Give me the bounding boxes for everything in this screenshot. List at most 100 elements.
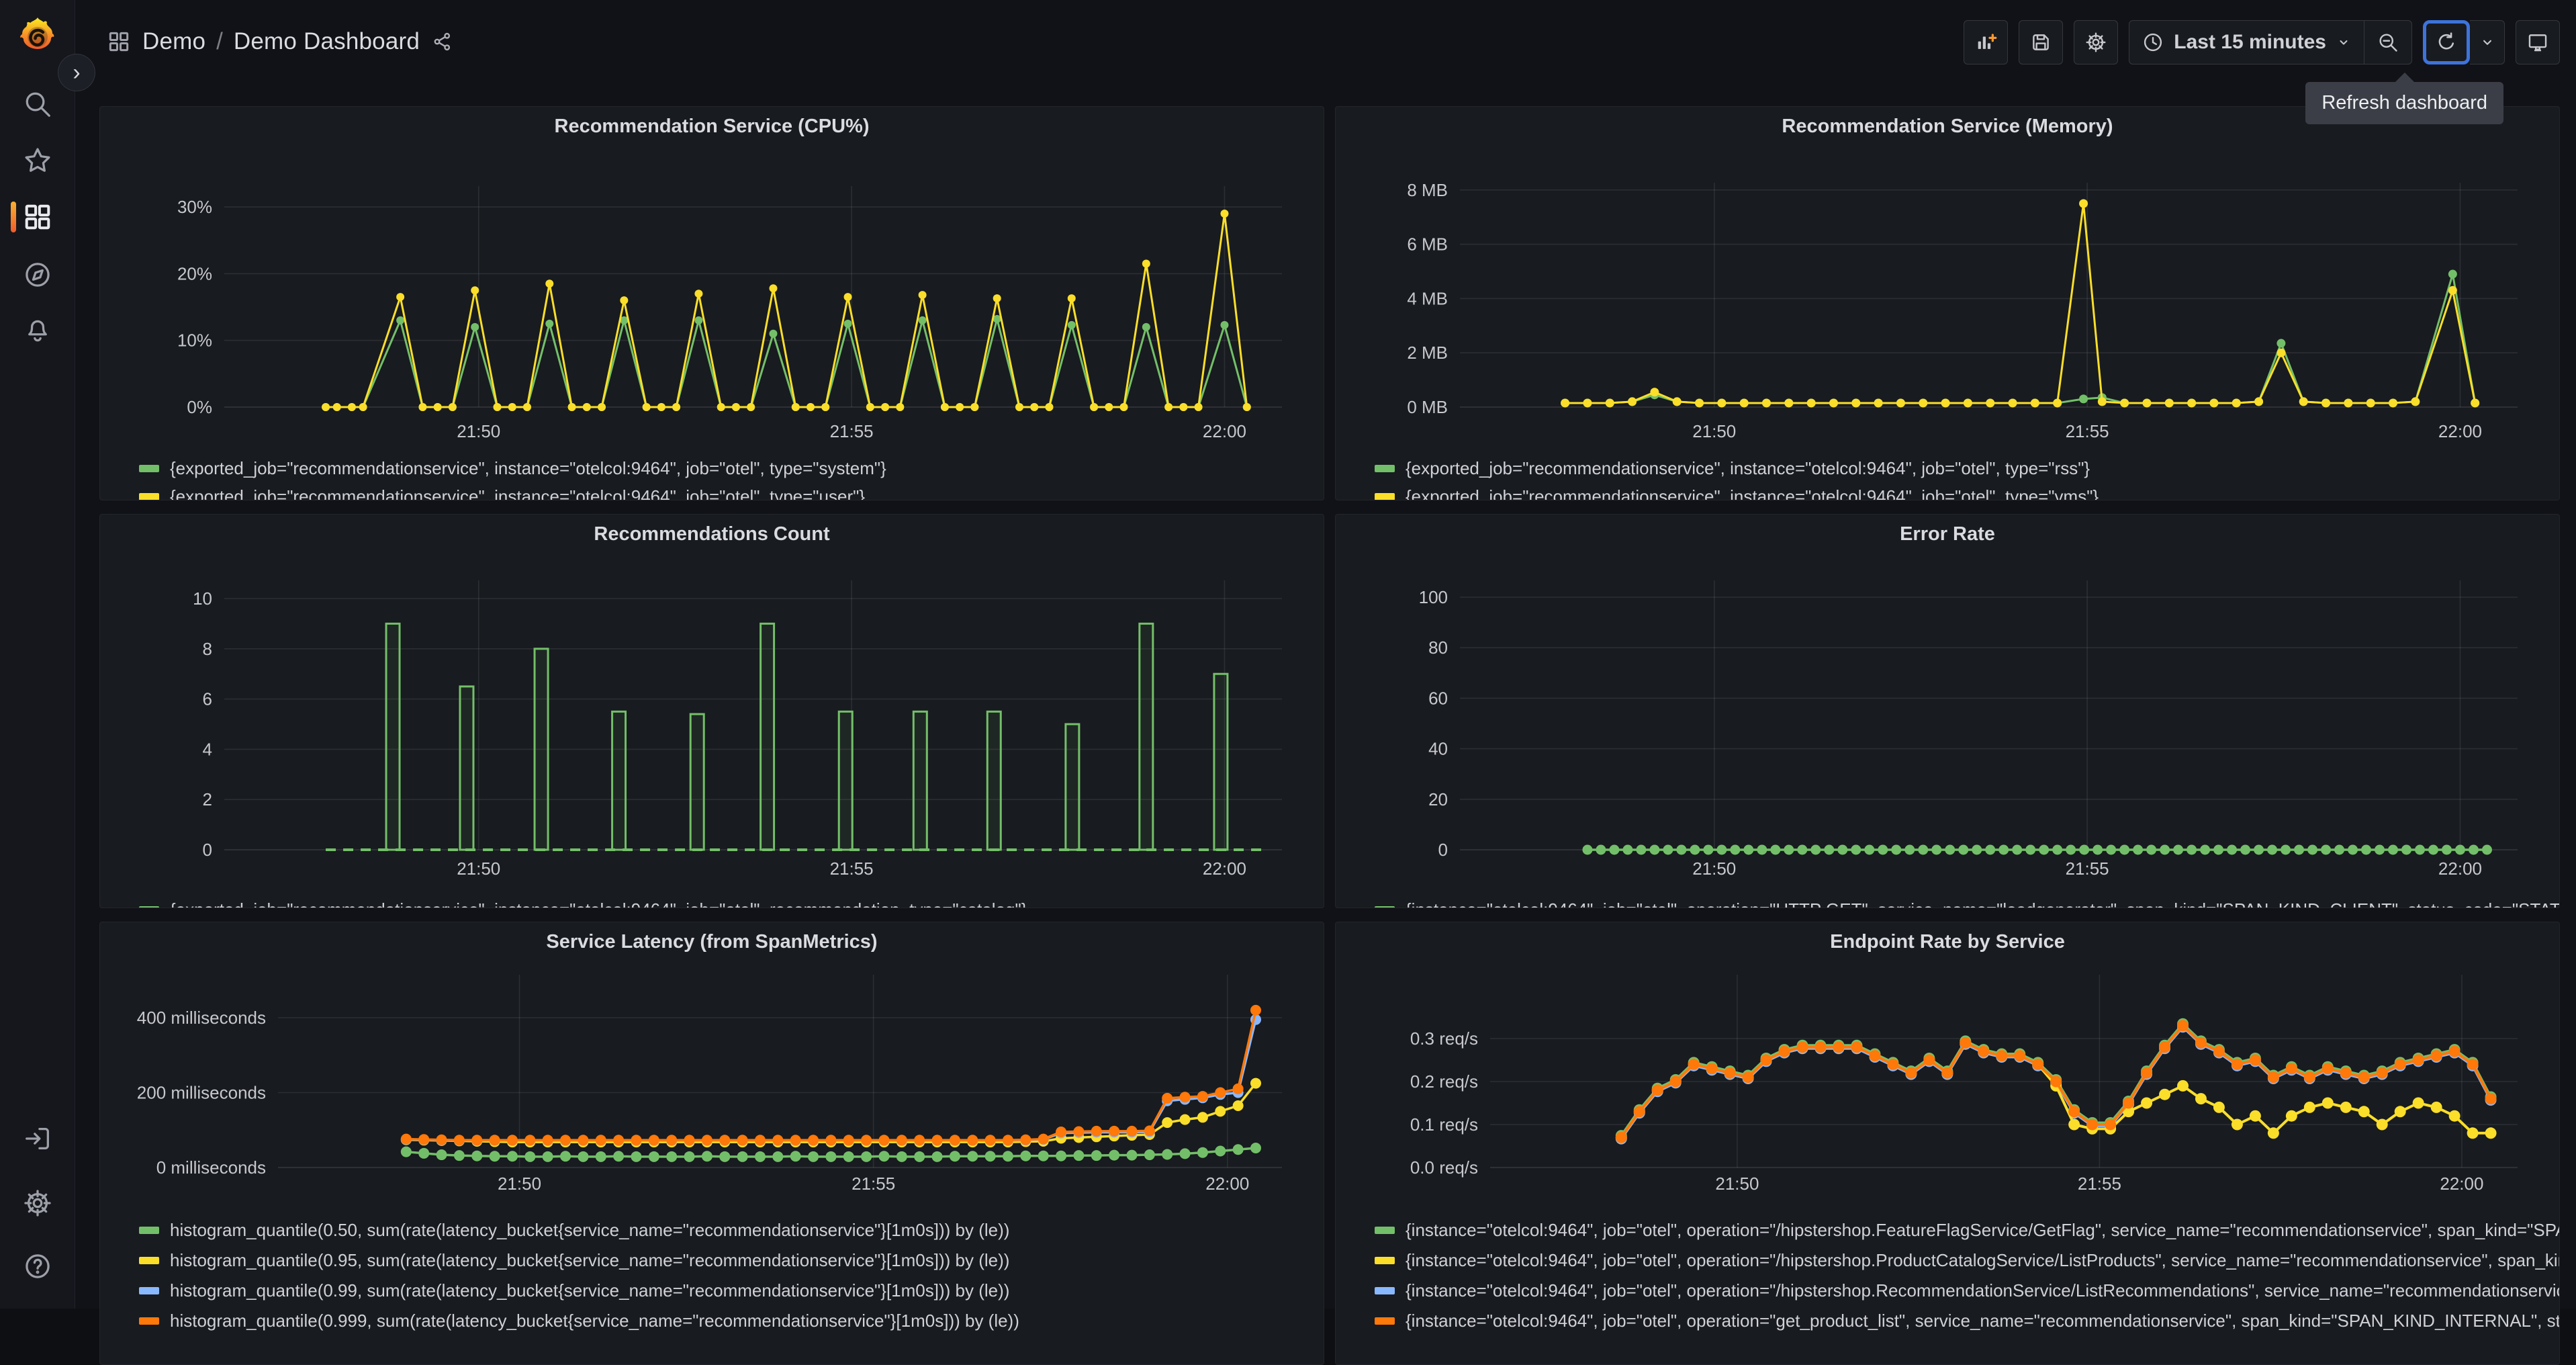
time-range-label: Last 15 minutes (2174, 31, 2326, 53)
svg-text:2 MB: 2 MB (1407, 343, 1448, 363)
svg-text:20: 20 (1428, 789, 1448, 809)
timeseries-chart[interactable]: 21:50 21:55 22:00 0 2 4 6 8 10 (110, 554, 1314, 893)
dashboard-header: Demo / Demo Dashboard Last 15 minutes Re… (75, 0, 2576, 124)
sidebar-expand-button[interactable]: › (58, 54, 95, 91)
refresh-button[interactable] (2423, 20, 2470, 64)
legend-swatch (139, 906, 159, 908)
panel-title[interactable]: Service Latency (from SpanMetrics) (100, 922, 1324, 961)
cycle-view-button[interactable] (2516, 20, 2560, 64)
panel-title[interactable]: Recommendations Count (100, 515, 1324, 554)
chevron-down-icon (2483, 40, 2491, 45)
zoom-out-button[interactable] (2364, 21, 2411, 64)
legend-item[interactable]: histogram_quantile(0.999, sum(rate(laten… (139, 1306, 1324, 1336)
legend-item[interactable]: {exported_job="recommendationservice", i… (139, 895, 1324, 908)
svg-text:21:50: 21:50 (1692, 421, 1736, 441)
svg-text:0.0 req/s: 0.0 req/s (1410, 1157, 1478, 1178)
refresh-icon (2438, 32, 2454, 50)
svg-text:22:00: 22:00 (2438, 421, 2482, 441)
timeseries-chart[interactable]: 21:50 21:55 22:00 0% 10% 20% 30% (110, 146, 1314, 451)
legend-swatch (1375, 906, 1395, 908)
apps-grid-icon (106, 29, 132, 54)
refresh-group (2423, 20, 2505, 64)
breadcrumb-section[interactable]: Demo (142, 28, 205, 55)
legend-item[interactable]: {instance="otelcol:9464", job="otel", op… (1375, 1245, 2559, 1276)
svg-text:0 milliseconds: 0 milliseconds (156, 1157, 266, 1178)
grafana-logo[interactable] (17, 15, 58, 55)
plus-icon (1988, 34, 1997, 42)
svg-text:60: 60 (1428, 688, 1448, 708)
svg-text:21:50: 21:50 (1715, 1174, 1759, 1193)
dashboard-settings-button[interactable] (2074, 20, 2119, 64)
svg-text:40: 40 (1428, 739, 1448, 759)
svg-text:6 MB: 6 MB (1407, 234, 1448, 255)
sidebar: › (0, 0, 95, 1309)
star-icon[interactable] (22, 145, 53, 176)
legend-label: histogram_quantile(0.999, sum(rate(laten… (170, 1311, 1019, 1331)
panel-legend: {exported_job="recommendationservice", i… (139, 454, 1324, 500)
settings-gear-icon[interactable] (22, 1188, 53, 1219)
svg-text:4 MB: 4 MB (1407, 288, 1448, 308)
panel-recommendations-count[interactable]: Recommendations Count 21:50 21:55 22:00 0 2 4… (99, 514, 1324, 908)
panel-recommendation-memory[interactable]: Recommendation Service (Memory) 21:50 21:… (1335, 106, 2560, 500)
time-picker: Last 15 minutes (2129, 20, 2412, 64)
toolbar: Last 15 minutes (1964, 20, 2560, 64)
legend-item[interactable]: {exported_job="recommendationservice", i… (1375, 482, 2559, 500)
legend-swatch (1375, 464, 1395, 472)
svg-text:0: 0 (1438, 840, 1448, 860)
legend-item[interactable]: histogram_quantile(0.99, sum(rate(latenc… (139, 1276, 1324, 1306)
legend-label: {exported_job="recommendationservice", i… (170, 899, 1027, 908)
clock-icon (2144, 33, 2162, 52)
add-panel-button[interactable] (1964, 20, 2009, 64)
svg-text:0.3 req/s: 0.3 req/s (1410, 1028, 1478, 1049)
legend-swatch (1375, 1257, 1395, 1264)
active-nav-indicator (11, 202, 16, 232)
timeseries-chart[interactable]: 21:50 21:55 22:00 0 MB 2 MB 4 MB 6 MB 8 MB (1346, 146, 2549, 451)
svg-text:21:55: 21:55 (2066, 858, 2109, 879)
refresh-interval-dropdown[interactable] (2470, 20, 2505, 64)
svg-text:10: 10 (193, 588, 212, 609)
panel-error-rate[interactable]: Error Rate 21:50 21:55 22:00 0 20 40 60 80 100 {… (1335, 514, 2560, 908)
panel-title[interactable]: Error Rate (1336, 515, 2559, 554)
legend-item[interactable]: {instance="otelcol:9464", job="otel", op… (1375, 1276, 2559, 1306)
legend-item[interactable]: {exported_job="recommendationservice", i… (1375, 454, 2559, 482)
timeseries-chart[interactable]: 21:50 21:55 22:00 0 milliseconds 200 millise… (110, 961, 1314, 1196)
timeseries-chart[interactable]: 21:50 21:55 22:00 0.0 req/s 0.1 req/s 0.2 req… (1346, 961, 2549, 1196)
svg-text:22:00: 22:00 (1205, 1174, 1249, 1193)
svg-text:4: 4 (203, 739, 212, 759)
legend-item[interactable]: {instance="otelcol:9464", job="otel", op… (1375, 1306, 2559, 1336)
panel-legend: {instance="otelcol:9464", job="otel", op… (1375, 1215, 2559, 1336)
help-icon[interactable] (22, 1251, 53, 1282)
svg-text:6: 6 (203, 689, 212, 709)
dashboards-icon[interactable] (22, 202, 53, 232)
panel-title[interactable]: Endpoint Rate by Service (1336, 922, 2559, 961)
breadcrumb-page-title[interactable]: Demo Dashboard (234, 28, 420, 55)
sign-in-icon[interactable] (22, 1123, 53, 1154)
panel-service-latency[interactable]: Service Latency (from SpanMetrics) 21:50… (99, 922, 1324, 1365)
svg-text:21:50: 21:50 (457, 421, 500, 441)
svg-text:21:50: 21:50 (457, 858, 500, 879)
time-range-button[interactable]: Last 15 minutes (2129, 21, 2364, 64)
panel-legend: {instance="otelcol:9464", job="otel", op… (1375, 895, 2559, 908)
legend-swatch (1375, 1287, 1395, 1294)
legend-label: {instance="otelcol:9464", job="otel", op… (1406, 1220, 2559, 1240)
panel-recommendation-cpu[interactable]: Recommendation Service (CPU%) 21:50 21:55… (99, 106, 1324, 500)
timeseries-chart[interactable]: 21:50 21:55 22:00 0 20 40 60 80 100 (1346, 554, 2549, 893)
search-icon[interactable] (22, 89, 53, 120)
save-dashboard-button[interactable] (2019, 20, 2064, 64)
alerting-bell-icon[interactable] (22, 314, 53, 345)
breadcrumb-separator: / (216, 28, 223, 54)
legend-item[interactable]: {exported_job="recommendationservice", i… (139, 454, 1324, 482)
legend-item[interactable]: {exported_job="recommendationservice", i… (139, 482, 1324, 500)
legend-label: {exported_job="recommendationservice", i… (170, 486, 866, 500)
panel-title[interactable]: Recommendation Service (CPU%) (100, 107, 1324, 146)
panel-endpoint-rate[interactable]: Endpoint Rate by Service 21:50 21:55 22:00… (1335, 922, 2560, 1365)
legend-item[interactable]: histogram_quantile(0.95, sum(rate(latenc… (139, 1245, 1324, 1276)
svg-text:8 MB: 8 MB (1407, 180, 1448, 200)
legend-item[interactable]: histogram_quantile(0.50, sum(rate(latenc… (139, 1215, 1324, 1245)
legend-item[interactable]: {instance="otelcol:9464", job="otel", op… (1375, 1215, 2559, 1245)
share-icon[interactable] (432, 31, 453, 52)
svg-text:400 milliseconds: 400 milliseconds (137, 1008, 266, 1028)
svg-text:0%: 0% (187, 397, 212, 417)
legend-item[interactable]: {instance="otelcol:9464", job="otel", op… (1375, 895, 2559, 908)
explore-compass-icon[interactable] (22, 259, 53, 290)
